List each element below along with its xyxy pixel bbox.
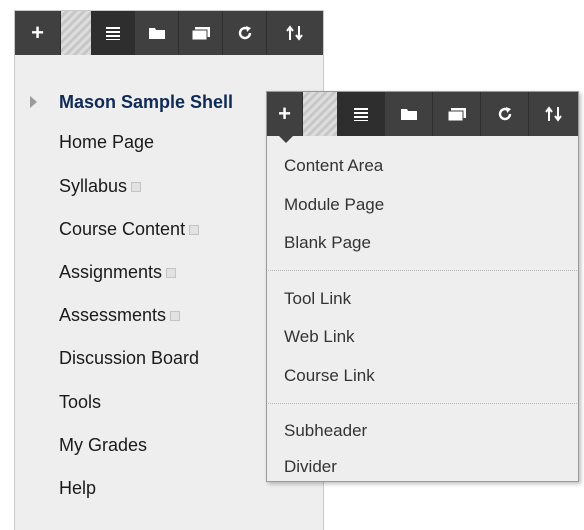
- menu-item-label: My Grades: [59, 435, 148, 455]
- plus-icon: +: [31, 20, 44, 45]
- menu-item-label: Discussion Board: [59, 348, 200, 368]
- menu-item-assignments[interactable]: Assignments: [59, 260, 177, 284]
- menu-item-course-content[interactable]: Course Content: [59, 217, 200, 241]
- menu-item-label: Assignments: [59, 262, 163, 282]
- add-menu-item-dropdown: + Content Area Module Page Blank Page To…: [266, 91, 579, 482]
- course-menu-toolbar: +: [15, 11, 323, 55]
- refresh-button[interactable]: [481, 92, 529, 136]
- menu-item-label: Tools: [59, 392, 102, 412]
- sort-button[interactable]: [529, 92, 578, 136]
- menu-item-my-grades[interactable]: My Grades: [59, 433, 147, 457]
- refresh-icon: [498, 107, 511, 121]
- hidden-status-icon: [131, 182, 142, 193]
- option-divider[interactable]: Divider: [284, 456, 337, 478]
- hidden-status-icon: [166, 268, 177, 279]
- open-window-button[interactable]: [179, 11, 223, 55]
- menu-item-label: Syllabus: [59, 176, 128, 196]
- folder-icon: [148, 28, 165, 39]
- expand-arrow-icon[interactable]: [30, 96, 37, 108]
- list-view-button[interactable]: [337, 92, 385, 136]
- course-title[interactable]: Mason Sample Shell: [59, 90, 233, 114]
- menu-item-label: Course Content: [59, 219, 186, 239]
- folder-view-button[interactable]: [385, 92, 433, 136]
- add-menu-item-button[interactable]: +: [267, 92, 303, 136]
- refresh-icon: [238, 26, 251, 40]
- plus-icon: +: [278, 101, 291, 126]
- sort-icon: [286, 25, 303, 41]
- menu-item-label: Home Page: [59, 132, 155, 152]
- menu-item-discussion-board[interactable]: Discussion Board: [59, 346, 199, 370]
- window-icon: [191, 26, 210, 40]
- dropdown-divider: [268, 270, 577, 271]
- dropdown-divider: [268, 403, 577, 404]
- list-view-button[interactable]: [91, 11, 135, 55]
- open-window-button[interactable]: [433, 92, 481, 136]
- option-tool-link[interactable]: Tool Link: [284, 288, 351, 310]
- add-menu-item-button[interactable]: +: [15, 11, 61, 55]
- list-view-icon: [105, 27, 120, 40]
- option-subheader[interactable]: Subheader: [284, 420, 367, 442]
- menu-item-assessments[interactable]: Assessments: [59, 303, 181, 327]
- menu-item-label: Help: [59, 478, 97, 498]
- list-view-icon: [353, 108, 368, 121]
- toolbar-spacer: [61, 11, 91, 55]
- option-content-area[interactable]: Content Area: [284, 155, 383, 177]
- menu-item-tools[interactable]: Tools: [59, 390, 101, 414]
- option-module-page[interactable]: Module Page: [284, 194, 384, 216]
- toolbar-spacer: [303, 92, 337, 136]
- option-course-link[interactable]: Course Link: [284, 365, 375, 387]
- menu-item-label: Assessments: [59, 305, 167, 325]
- menu-item-help[interactable]: Help: [59, 476, 96, 500]
- folder-icon: [400, 109, 417, 120]
- folder-view-button[interactable]: [135, 11, 179, 55]
- dropdown-caret-icon: [279, 136, 293, 143]
- option-blank-page[interactable]: Blank Page: [284, 232, 371, 254]
- window-icon: [447, 107, 466, 121]
- hidden-status-icon: [170, 311, 181, 322]
- sort-icon: [544, 106, 562, 122]
- menu-item-home-page[interactable]: Home Page: [59, 130, 154, 154]
- sort-button[interactable]: [267, 11, 323, 55]
- refresh-button[interactable]: [223, 11, 267, 55]
- menu-item-syllabus[interactable]: Syllabus: [59, 174, 142, 198]
- hidden-status-icon: [189, 225, 200, 236]
- option-web-link[interactable]: Web Link: [284, 326, 355, 348]
- dropdown-toolbar: +: [267, 92, 578, 136]
